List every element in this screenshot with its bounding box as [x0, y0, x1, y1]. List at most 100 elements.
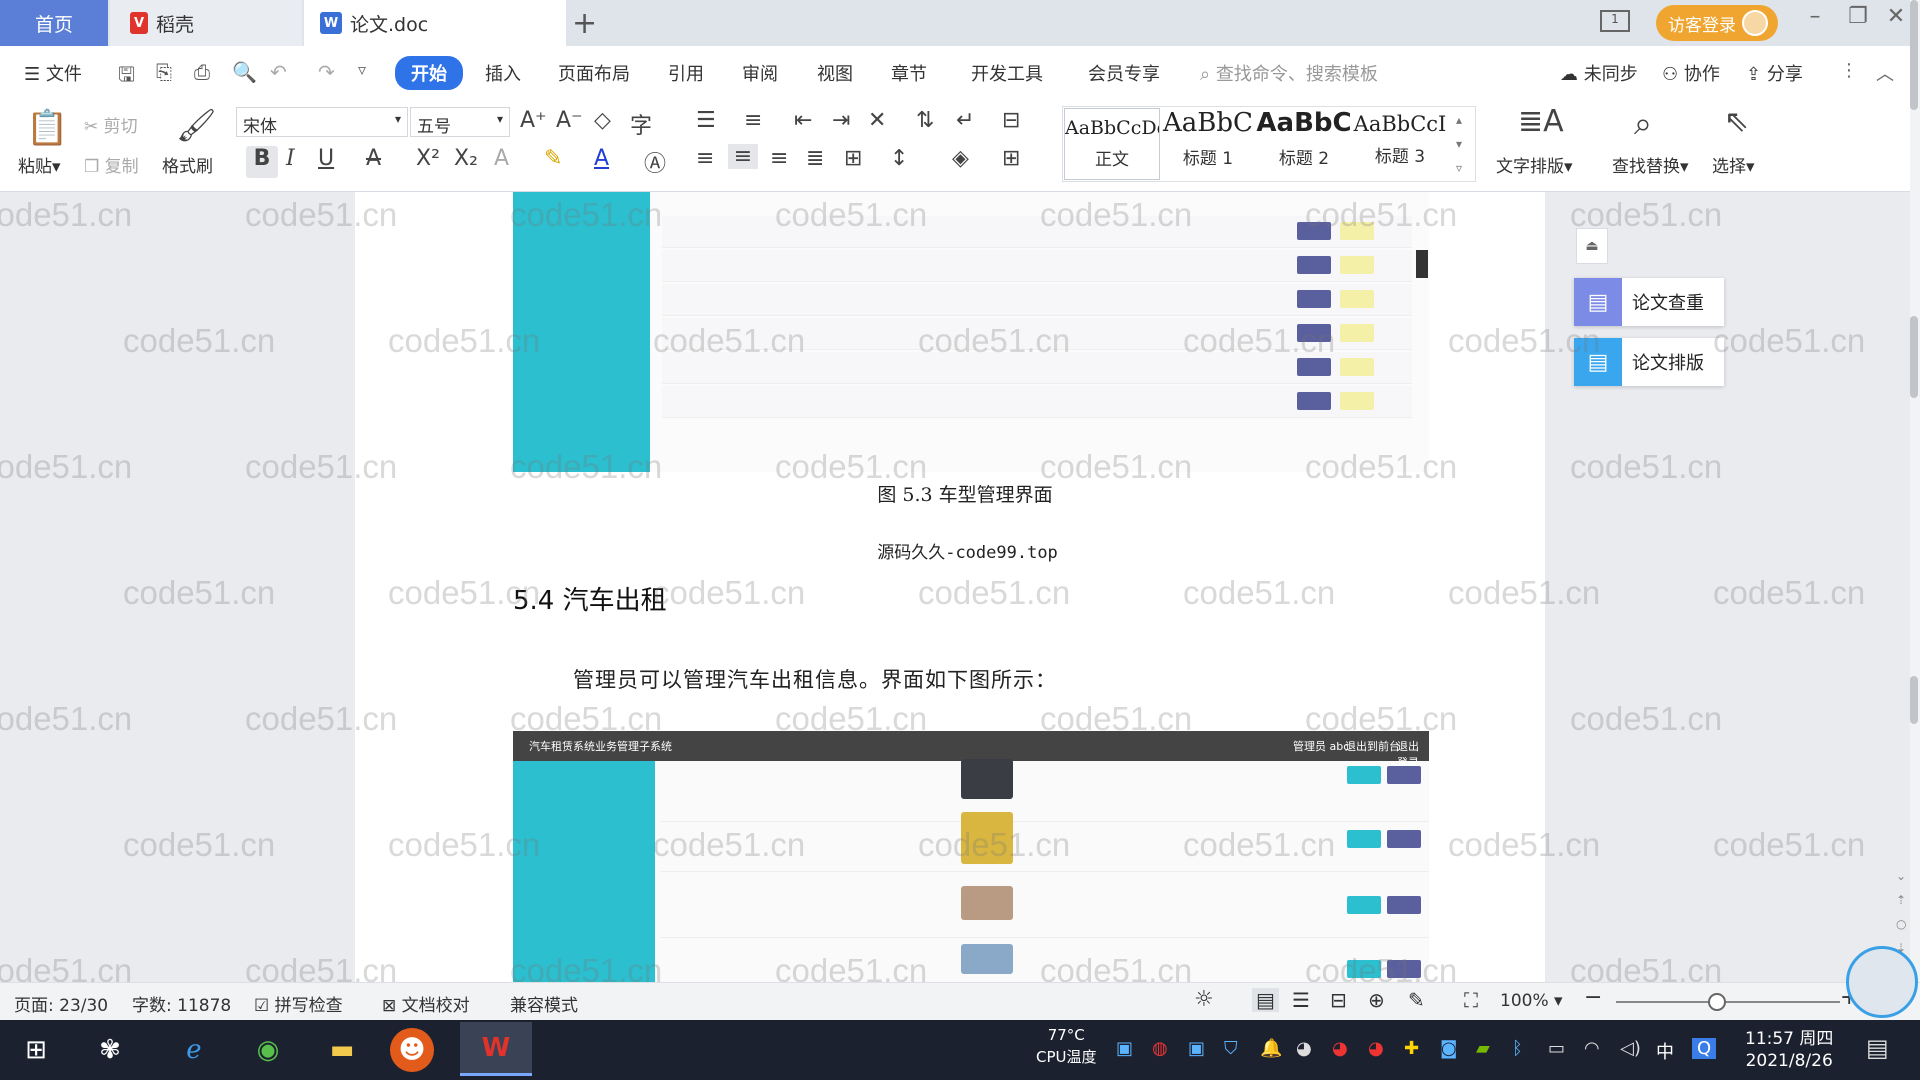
fit-page-icon[interactable]: ⛶: [1464, 988, 1478, 1012]
tab-document[interactable]: W 论文.doc: [304, 0, 566, 46]
highlight-icon[interactable]: ✎: [544, 146, 562, 171]
scrollbar-thumb[interactable]: [1910, 0, 1918, 110]
menu-view[interactable]: 视图: [817, 60, 853, 86]
minimize-icon[interactable]: –: [1797, 4, 1833, 29]
decrease-font-icon[interactable]: A⁻: [556, 108, 583, 133]
tray-qq-icon[interactable]: ◕: [1368, 1038, 1384, 1059]
increase-indent-icon[interactable]: ⇥: [832, 108, 850, 133]
new-tab-button[interactable]: +: [572, 6, 597, 41]
increase-font-icon[interactable]: A⁺: [520, 108, 547, 133]
superscript-icon[interactable]: X²: [416, 146, 440, 171]
tray-volume-icon[interactable]: ◁): [1620, 1038, 1641, 1059]
tab-daoke[interactable]: V 稻壳: [110, 0, 302, 46]
italic-icon[interactable]: I: [286, 146, 295, 171]
decrease-indent-icon[interactable]: ⇤: [794, 108, 812, 133]
zoom-level[interactable]: 100% ▾: [1500, 991, 1563, 1011]
collaborate-button[interactable]: ⚇ 协作: [1662, 60, 1720, 86]
browser-360-icon[interactable]: ◉: [242, 1026, 294, 1074]
char-border-icon[interactable]: Ⓐ: [644, 146, 666, 178]
visitor-login-button[interactable]: 访客登录: [1656, 5, 1778, 41]
notification-center-icon[interactable]: ▤: [1866, 1034, 1889, 1062]
underline-icon[interactable]: U: [318, 146, 334, 171]
bullet-list-icon[interactable]: ☰: [696, 108, 716, 133]
line-spacing-icon[interactable]: ↕: [890, 146, 908, 171]
app-mascot-icon[interactable]: ☻: [390, 1028, 434, 1072]
export-icon[interactable]: ⎘: [156, 60, 172, 84]
shading-icon[interactable]: ◈: [952, 146, 969, 171]
font-name-select[interactable]: 宋体 ▾: [236, 107, 408, 137]
zoom-out-icon[interactable]: −: [1584, 985, 1602, 1010]
menu-review[interactable]: 审阅: [742, 60, 778, 86]
write-view-icon[interactable]: ✎: [1408, 988, 1425, 1012]
file-explorer-icon[interactable]: ▬: [316, 1026, 368, 1074]
numbered-list-icon[interactable]: ≡: [744, 108, 762, 133]
phonetic-guide-icon[interactable]: 字: [630, 108, 652, 140]
zoom-slider-handle[interactable]: [1708, 993, 1726, 1011]
copy-button[interactable]: ❐ 复制: [84, 152, 139, 177]
subscript-icon[interactable]: X₂: [454, 146, 478, 171]
style-heading-1[interactable]: AaBbC 标题 1: [1160, 108, 1256, 180]
cpu-temp-widget[interactable]: 77°C CPU温度: [1036, 1024, 1097, 1068]
align-right-icon[interactable]: ≡: [770, 146, 788, 171]
distribute-icon[interactable]: ⊞: [844, 146, 862, 171]
pinwheel-app-icon[interactable]: ✾: [84, 1026, 136, 1074]
chinese-layout-icon[interactable]: ✕: [868, 108, 886, 133]
cut-button[interactable]: ✂ 剪切: [84, 112, 138, 137]
font-color-icon[interactable]: A: [594, 146, 609, 171]
command-search[interactable]: ⌕ 查找命令、搜索模板: [1200, 60, 1378, 86]
wps-writer-taskbar-icon[interactable]: W: [460, 1022, 532, 1076]
bold-icon[interactable]: B: [246, 146, 278, 178]
page-view-icon[interactable]: ▤: [1252, 988, 1279, 1012]
align-center-icon[interactable]: ≡: [728, 144, 758, 169]
style-gallery-scroll-icon[interactable]: ▴ ▾ ▿: [1456, 108, 1462, 180]
file-menu[interactable]: ☰ 文件: [24, 60, 82, 86]
zoom-slider[interactable]: [1616, 1001, 1840, 1003]
page-nav-icons[interactable]: ⌄ ⇡ ○ ⇣: [1896, 864, 1906, 960]
select-button[interactable]: 选择▾: [1712, 152, 1755, 177]
system-clock[interactable]: 11:57 周四 2021/8/26: [1745, 1028, 1833, 1072]
ime-indicator[interactable]: 中: [1656, 1038, 1674, 1064]
plagiarism-check-button[interactable]: ▤ 论文查重: [1574, 278, 1724, 326]
tray-qq-icon[interactable]: ◕: [1296, 1038, 1312, 1059]
redo-icon[interactable]: ↷: [318, 60, 335, 84]
collapse-ribbon-icon[interactable]: ︿: [1876, 60, 1894, 86]
menu-page-layout[interactable]: 页面布局: [558, 60, 630, 86]
scrollbar-thumb[interactable]: [1910, 676, 1918, 724]
internet-explorer-icon[interactable]: ℯ: [168, 1026, 220, 1074]
tab-ruler-icon[interactable]: ⊟: [1002, 108, 1020, 133]
menu-member[interactable]: 会员专享: [1088, 60, 1160, 86]
assistant-avatar-icon[interactable]: [1846, 946, 1918, 1018]
menu-chapter[interactable]: 章节: [891, 60, 927, 86]
tray-wifi-icon[interactable]: ◠: [1584, 1038, 1600, 1059]
word-count[interactable]: 字数: 11878: [132, 991, 231, 1016]
more-icon[interactable]: ⋮: [1840, 60, 1858, 81]
tray-qq-icon[interactable]: ◕: [1332, 1038, 1348, 1059]
style-normal[interactable]: AaBbCcDd 正文: [1064, 108, 1160, 180]
undo-icon[interactable]: ↶: [270, 60, 287, 84]
show-marks-icon[interactable]: ↵: [956, 108, 974, 133]
eye-protection-icon[interactable]: ☼: [1194, 987, 1214, 1012]
paper-layout-button[interactable]: ▤ 论文排版: [1574, 338, 1724, 386]
quick-access-dropdown-icon[interactable]: ▿: [358, 60, 366, 79]
sort-icon[interactable]: ⇅: [916, 108, 934, 133]
print-preview-icon[interactable]: 🔍: [232, 60, 257, 84]
text-layout-button[interactable]: 文字排版▾: [1496, 152, 1573, 177]
windows-start-icon[interactable]: ⊞: [10, 1026, 62, 1074]
save-icon[interactable]: 🖫: [118, 60, 135, 94]
strikethrough-icon[interactable]: A: [366, 146, 381, 171]
tray-plus-icon[interactable]: ✚: [1404, 1038, 1419, 1059]
find-replace-button[interactable]: 查找替换▾: [1612, 152, 1689, 177]
sync-status[interactable]: ☁ 未同步: [1560, 60, 1638, 86]
web-view-icon[interactable]: ⊕: [1368, 988, 1385, 1012]
vertical-scrollbar[interactable]: [1910, 0, 1920, 1020]
page-indicator[interactable]: 页面: 23/30: [14, 991, 108, 1016]
tray-search-icon[interactable]: Q: [1692, 1038, 1717, 1059]
justify-icon[interactable]: ≣: [806, 146, 824, 171]
format-painter-button[interactable]: 格式刷: [162, 152, 213, 177]
style-heading-2[interactable]: AaBbC 标题 2: [1256, 108, 1352, 180]
share-button[interactable]: ⇪ 分享: [1746, 60, 1803, 86]
tray-battery-icon[interactable]: ▭: [1548, 1038, 1565, 1059]
tray-app-icon[interactable]: ◙: [1440, 1038, 1457, 1059]
menu-developer[interactable]: 开发工具: [971, 60, 1043, 86]
text-effect-icon[interactable]: A: [494, 146, 509, 171]
